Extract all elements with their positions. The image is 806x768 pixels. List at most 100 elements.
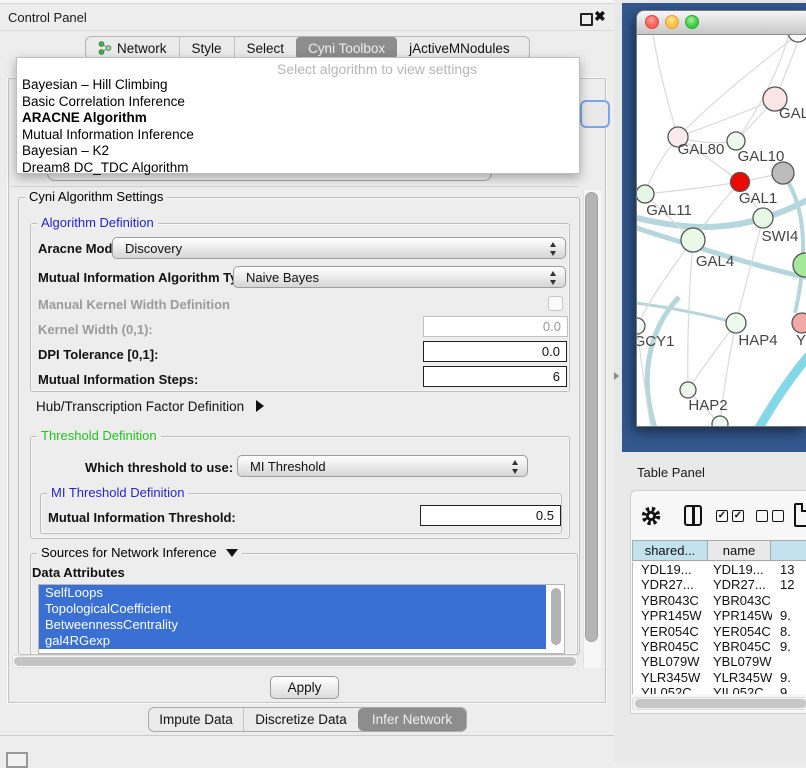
network-edge[interactable] — [688, 323, 736, 390]
table-cell[interactable]: 12 — [772, 577, 806, 592]
table-cell[interactable]: YDL19... — [633, 562, 709, 577]
network-edge[interactable] — [647, 297, 679, 426]
hidden-focused-combo[interactable] — [580, 100, 610, 128]
table-row[interactable]: YDR27...YDR27...12 — [633, 577, 806, 592]
table-cell[interactable]: 13 — [772, 562, 806, 577]
float-window-icon[interactable] — [580, 13, 593, 26]
tab-impute-data[interactable]: Impute Data — [149, 708, 243, 731]
algorithm-option[interactable]: ARACNE Algorithm — [17, 110, 579, 127]
table-cell[interactable]: YDL19... — [709, 562, 772, 577]
columns-icon[interactable] — [684, 505, 702, 526]
deselect-all-icon[interactable] — [772, 510, 784, 522]
table-cell[interactable]: 9 — [772, 685, 806, 694]
network-edge[interactable] — [637, 301, 736, 323]
table-cell[interactable]: YBR045C — [709, 639, 772, 654]
table-cell[interactable]: YBL079W — [709, 654, 772, 669]
table-cell[interactable]: YER054C — [709, 624, 772, 639]
network-node[interactable] — [753, 208, 773, 228]
network-edge[interactable] — [653, 34, 678, 137]
sources-expander[interactable]: Sources for Network Inference — [37, 545, 242, 560]
which-threshold-select[interactable]: MI Threshold — [237, 455, 528, 477]
table-cell[interactable]: 9. — [772, 608, 806, 623]
tab-infer-network[interactable]: Infer Network — [358, 708, 466, 731]
table-cell[interactable]: YBL079W — [633, 654, 709, 669]
table-row[interactable]: YBL079WYBL079W — [633, 654, 806, 669]
tab-jactivemnodules[interactable]: jActiveMNodules — [397, 37, 522, 59]
tab-discretize-data[interactable]: Discretize Data — [243, 708, 358, 731]
tab-select[interactable]: Select — [234, 37, 297, 59]
algorithm-option[interactable]: Bayesian – K2 — [17, 143, 579, 160]
network-node[interactable] — [792, 313, 806, 333]
mi-steps-field[interactable]: 6 — [423, 366, 567, 387]
hub-expander[interactable]: Hub/Transcription Factor Definition — [36, 399, 264, 414]
split-pane-handle[interactable] — [614, 372, 619, 380]
table-cell[interactable]: 8. — [772, 624, 806, 639]
table-cell[interactable]: 9. — [772, 670, 806, 685]
table-cell[interactable]: YDR27... — [633, 577, 709, 592]
network-edge[interactable] — [645, 182, 740, 194]
mi-type-select[interactable]: Naive Bayes — [233, 266, 566, 288]
aracne-mode-select[interactable]: Discovery — [112, 237, 566, 259]
mi-threshold-field[interactable]: 0.5 — [420, 505, 561, 526]
table-cell[interactable] — [772, 654, 806, 669]
tab-cyni-toolbox[interactable]: Cyni Toolbox — [296, 37, 397, 59]
network-edge[interactable] — [678, 99, 775, 137]
table-cell[interactable]: YIL052C — [633, 685, 709, 694]
table-cell[interactable]: YLR345W — [633, 670, 709, 685]
table-cell[interactable]: 9. — [772, 639, 806, 654]
deselect-all-icon[interactable] — [756, 510, 768, 522]
algorithm-option[interactable]: Dream8 DC_TDC Algorithm — [17, 160, 579, 177]
table-cell[interactable]: YER054C — [633, 624, 709, 639]
data-attribute-item[interactable]: BetweennessCentrality — [39, 617, 546, 633]
settings-vscrollbar-thumb[interactable] — [585, 192, 598, 642]
network-node[interactable] — [788, 34, 806, 42]
table-row[interactable]: YBR043CYBR043C — [633, 593, 806, 608]
table-cell[interactable]: YBR043C — [709, 593, 772, 608]
table-cell[interactable]: YBR043C — [633, 593, 709, 608]
network-canvas[interactable]: GALGAL80GAL10GAL1GAL11SWI4GAL4GCY1HAP4YH… — [637, 34, 806, 426]
list-scrollbar-thumb[interactable] — [551, 588, 561, 645]
table-cell[interactable]: YPR145W — [633, 608, 709, 623]
network-edge[interactable] — [786, 179, 803, 313]
table-cell[interactable] — [772, 593, 806, 608]
data-attribute-item[interactable]: gal4RGexp — [39, 633, 546, 649]
network-edge[interactable] — [736, 34, 789, 141]
network-edge[interactable] — [757, 351, 806, 426]
kernel-width-field[interactable]: 0.0 — [423, 316, 568, 337]
tab-style[interactable]: Style — [179, 37, 234, 59]
table-hscrollbar-thumb[interactable] — [635, 699, 806, 708]
column-header-shared-name[interactable]: shared... — [632, 540, 708, 561]
table-cell[interactable]: YIL052C — [709, 685, 772, 694]
select-all-icon[interactable]: ✓ — [716, 510, 728, 522]
manual-kernel-checkbox[interactable] — [548, 296, 563, 311]
column-header-partial[interactable] — [770, 540, 806, 561]
network-node[interactable] — [712, 416, 728, 426]
network-node[interactable] — [637, 185, 654, 203]
table-row[interactable]: YPR145WYPR145W9. — [633, 608, 806, 623]
document-icon[interactable] — [794, 503, 806, 527]
minimized-panel-icon[interactable] — [6, 752, 28, 768]
table-cell[interactable]: YBR045C — [633, 639, 709, 654]
table-row[interactable]: YBR045CYBR045C9. — [633, 639, 806, 654]
table-cell[interactable]: YDR27... — [709, 577, 772, 592]
network-edge[interactable] — [736, 218, 763, 323]
node-table[interactable]: YDL19...YDL19...13YDR27...YDR27...12YBR0… — [632, 562, 806, 694]
settings-hscrollbar-thumb[interactable] — [14, 657, 576, 666]
zoom-window-icon[interactable] — [685, 15, 699, 29]
table-row[interactable]: YIL052CYIL052C9 — [633, 685, 806, 694]
apply-button[interactable]: Apply — [270, 676, 339, 699]
network-node[interactable] — [680, 382, 696, 398]
tab-network[interactable]: Network — [86, 37, 179, 59]
close-icon[interactable]: ✖ — [594, 8, 606, 25]
network-node[interactable] — [772, 162, 794, 184]
network-node[interactable] — [637, 318, 645, 334]
close-window-icon[interactable] — [645, 15, 659, 29]
table-cell[interactable]: YLR345W — [709, 670, 772, 685]
algorithm-option[interactable]: Mutual Information Inference — [17, 127, 579, 144]
table-cell[interactable]: YPR145W — [709, 608, 772, 623]
select-all-icon[interactable]: ✓ — [732, 510, 744, 522]
network-node[interactable] — [731, 173, 750, 192]
data-attribute-item[interactable]: TopologicalCoefficient — [39, 601, 546, 617]
data-attribute-item[interactable]: SelfLoops — [39, 585, 546, 601]
column-header-name[interactable]: name — [707, 540, 771, 561]
